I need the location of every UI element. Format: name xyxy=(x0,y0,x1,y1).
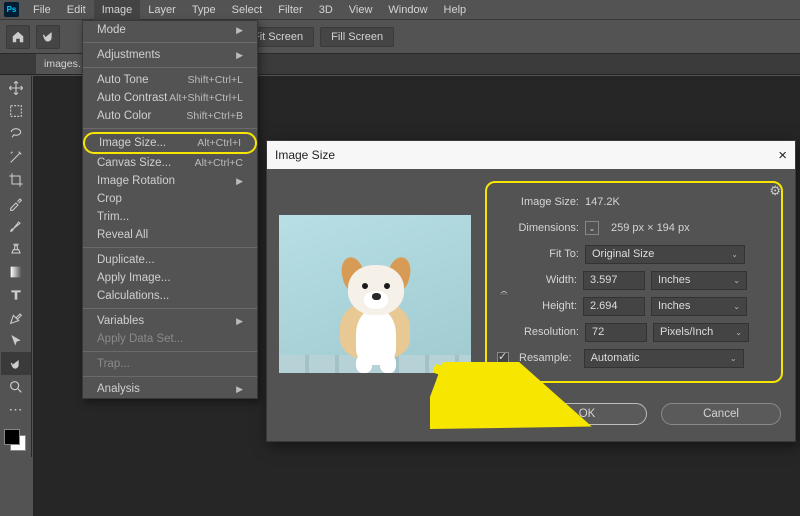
resample-checkbox[interactable] xyxy=(497,352,509,364)
resolution-input[interactable]: 72 xyxy=(585,323,647,342)
menu-item-apply-image[interactable]: Apply Image... xyxy=(83,269,257,287)
height-label: Height: xyxy=(511,300,577,312)
menu-item-analysis[interactable]: Analysis▶ xyxy=(83,380,257,398)
type-tool-icon[interactable] xyxy=(1,283,31,306)
puppy-illustration xyxy=(320,253,430,373)
width-input[interactable]: 3.597 xyxy=(583,271,645,290)
menu-item-crop[interactable]: Crop xyxy=(83,190,257,208)
lasso-tool-icon[interactable] xyxy=(1,122,31,145)
menu-item-auto-contrast[interactable]: Auto ContrastAlt+Shift+Ctrl+L xyxy=(83,89,257,107)
clone-stamp-tool-icon[interactable] xyxy=(1,237,31,260)
ok-button[interactable]: OK xyxy=(527,403,647,425)
resolution-unit-select[interactable]: Pixels/Inch⌄ xyxy=(653,323,749,342)
menu-layer[interactable]: Layer xyxy=(140,0,184,20)
pen-tool-icon[interactable] xyxy=(1,306,31,329)
menu-help[interactable]: Help xyxy=(436,0,475,20)
dialog-title: Image Size xyxy=(275,148,335,162)
menu-item-mode[interactable]: Mode▶ xyxy=(83,21,257,39)
menu-window[interactable]: Window xyxy=(380,0,435,20)
menu-item-trim[interactable]: Trim... xyxy=(83,208,257,226)
menu-item-image-size[interactable]: Image Size...Alt+Ctrl+I xyxy=(83,132,257,154)
fit-to-label: Fit To: xyxy=(497,248,579,260)
move-tool-icon[interactable] xyxy=(1,76,31,99)
document-tab[interactable]: images. xyxy=(36,54,89,74)
image-menu-dropdown: Mode▶ Adjustments▶ Auto ToneShift+Ctrl+L… xyxy=(82,20,258,399)
menu-item-reveal-all[interactable]: Reveal All xyxy=(83,226,257,244)
toolbar-more-icon[interactable]: ⋯ xyxy=(1,398,31,421)
close-icon[interactable]: × xyxy=(778,147,787,164)
dimensions-label: Dimensions: xyxy=(497,222,579,234)
gear-icon[interactable]: ⚙ xyxy=(769,183,781,199)
crop-tool-icon[interactable] xyxy=(1,168,31,191)
image-size-value: 147.2K xyxy=(585,196,620,208)
menu-item-auto-tone[interactable]: Auto ToneShift+Ctrl+L xyxy=(83,71,257,89)
hand-tool-icon[interactable] xyxy=(36,25,60,49)
zoom-tool-icon[interactable] xyxy=(1,375,31,398)
menu-3d[interactable]: 3D xyxy=(311,0,341,20)
width-label: Width: xyxy=(511,274,577,286)
menu-view[interactable]: View xyxy=(341,0,381,20)
toolbox: ⋯ xyxy=(0,76,32,457)
cancel-button[interactable]: Cancel xyxy=(661,403,781,425)
home-icon[interactable] xyxy=(6,25,30,49)
height-unit-select[interactable]: Inches⌄ xyxy=(651,297,747,316)
resample-label: Resample: xyxy=(519,352,572,364)
menu-item-variables[interactable]: Variables▶ xyxy=(83,312,257,330)
resample-select[interactable]: Automatic⌄ xyxy=(584,349,744,368)
menu-image[interactable]: Image xyxy=(94,0,141,20)
menu-item-trap: Trap... xyxy=(83,355,257,373)
height-input[interactable]: 2.694 xyxy=(583,297,645,316)
menu-filter[interactable]: Filter xyxy=(270,0,310,20)
menu-item-duplicate[interactable]: Duplicate... xyxy=(83,251,257,269)
menu-select[interactable]: Select xyxy=(224,0,271,20)
magic-wand-tool-icon[interactable] xyxy=(1,145,31,168)
menu-item-canvas-size[interactable]: Canvas Size...Alt+Ctrl+C xyxy=(83,154,257,172)
menu-edit[interactable]: Edit xyxy=(59,0,94,20)
menu-item-calculations[interactable]: Calculations... xyxy=(83,287,257,305)
constrain-proportions-icon[interactable]: 𝄐 xyxy=(497,273,511,313)
menu-type[interactable]: Type xyxy=(184,0,224,20)
resolution-label: Resolution: xyxy=(497,326,579,338)
image-preview xyxy=(279,215,471,373)
width-unit-select[interactable]: Inches⌄ xyxy=(651,271,747,290)
image-size-label: Image Size: xyxy=(497,196,579,208)
fit-to-select[interactable]: Original Size⌄ xyxy=(585,245,745,264)
brush-tool-icon[interactable] xyxy=(1,214,31,237)
path-select-tool-icon[interactable] xyxy=(1,329,31,352)
gradient-tool-icon[interactable] xyxy=(1,260,31,283)
dimensions-value: 259 px × 194 px xyxy=(611,222,690,234)
eyedropper-tool-icon[interactable] xyxy=(1,191,31,214)
image-size-dialog: Image Size × ⚙ Image Size: 147.2K xyxy=(266,140,796,442)
menu-bar: Ps File Edit Image Layer Type Select Fil… xyxy=(0,0,800,20)
menu-file[interactable]: File xyxy=(25,0,59,20)
dimensions-unit-icon[interactable]: ⌄ xyxy=(585,221,599,235)
menu-item-apply-data-set: Apply Data Set... xyxy=(83,330,257,348)
dialog-titlebar: Image Size × xyxy=(267,141,795,169)
fill-screen-button[interactable]: Fill Screen xyxy=(320,27,394,47)
hand-tool-icon[interactable] xyxy=(1,352,31,375)
foreground-color-swatch[interactable] xyxy=(4,429,20,445)
menu-item-image-rotation[interactable]: Image Rotation▶ xyxy=(83,172,257,190)
menu-item-auto-color[interactable]: Auto ColorShift+Ctrl+B xyxy=(83,107,257,125)
menu-item-adjustments[interactable]: Adjustments▶ xyxy=(83,46,257,64)
app-logo: Ps xyxy=(4,2,19,17)
marquee-tool-icon[interactable] xyxy=(1,99,31,122)
settings-panel: Image Size: 147.2K Dimensions: ⌄ 259 px … xyxy=(485,181,783,383)
